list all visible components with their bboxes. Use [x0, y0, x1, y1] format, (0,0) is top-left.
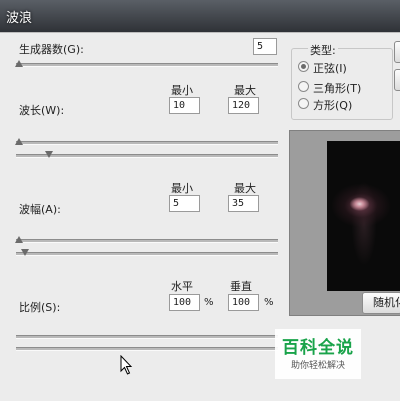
amplitude-max-header: 最大 [234, 182, 256, 195]
amplitude-max-input[interactable]: 35 [228, 195, 259, 212]
scale-vertical-slider-track[interactable] [16, 347, 278, 351]
wavelength-label: 波长(W): [19, 104, 65, 117]
amplitude-max-slider-thumb[interactable] [21, 249, 29, 256]
type-option-square-label: 方形(Q) [313, 99, 353, 112]
mouse-cursor-icon [120, 355, 133, 375]
generators-input[interactable]: 5 [253, 38, 277, 55]
title-bar[interactable]: 波浪 [0, 0, 400, 32]
scale-horizontal-slider-track[interactable] [16, 335, 278, 339]
randomize-button[interactable]: 随机化 [362, 292, 400, 314]
watermark-logo: 百科全说 助你轻松解决 [275, 329, 361, 379]
wavelength-min-input[interactable]: 10 [169, 97, 200, 114]
amplitude-min-input[interactable]: 5 [169, 195, 200, 212]
scale-horizontal-input[interactable]: 100 [169, 294, 200, 311]
type-option-square[interactable]: 方形(Q) [298, 97, 394, 112]
square-radio[interactable] [298, 98, 309, 109]
type-label: 类型: [308, 42, 338, 58]
preview-image [327, 141, 400, 291]
amplitude-min-header: 最小 [171, 182, 193, 195]
scale-horizontal-header: 水平 [171, 280, 193, 293]
wavelength-min-slider-track[interactable] [16, 141, 278, 145]
watermark-title: 百科全说 [282, 338, 354, 358]
wave-dialog: 生成器数(G): 5 最小 最大 波长(W): 10 120 最小 最大 波幅(… [0, 32, 400, 401]
window-title: 波浪 [6, 11, 33, 26]
scale-vertical-input[interactable]: 100 [228, 294, 259, 311]
wavelength-max-input[interactable]: 120 [228, 97, 259, 114]
type-option-sine-label: 正弦(I) [313, 62, 347, 75]
watermark-subtitle: 助你轻松解决 [290, 361, 345, 371]
type-option-triangle-label: 三角形(T) [313, 82, 362, 95]
wavelength-min-slider-thumb[interactable] [15, 138, 23, 145]
triangle-radio[interactable] [298, 81, 309, 92]
scale-label: 比例(S): [19, 301, 61, 314]
amplitude-max-slider-track[interactable] [16, 252, 278, 256]
scale-vertical-header: 垂直 [230, 280, 252, 293]
preview-panel [289, 130, 400, 316]
ok-button[interactable] [394, 41, 400, 63]
generators-label: 生成器数(G): [19, 43, 84, 56]
generators-slider-track[interactable] [16, 63, 278, 67]
type-option-triangle[interactable]: 三角形(T) [298, 80, 394, 95]
scale-horizontal-unit: % [204, 297, 214, 308]
wavelength-max-header: 最大 [234, 84, 256, 97]
wavelength-min-header: 最小 [171, 84, 193, 97]
amplitude-min-slider-track[interactable] [16, 239, 278, 243]
generators-slider-thumb[interactable] [15, 60, 23, 67]
sine-radio[interactable] [298, 61, 309, 72]
cancel-button[interactable] [394, 69, 400, 91]
type-option-sine[interactable]: 正弦(I) [298, 60, 394, 75]
scale-vertical-unit: % [264, 297, 274, 308]
amplitude-min-slider-thumb[interactable] [15, 236, 23, 243]
wavelength-max-slider-thumb[interactable] [45, 151, 53, 158]
wavelength-max-slider-track[interactable] [16, 154, 278, 158]
amplitude-label: 波幅(A): [19, 203, 61, 216]
